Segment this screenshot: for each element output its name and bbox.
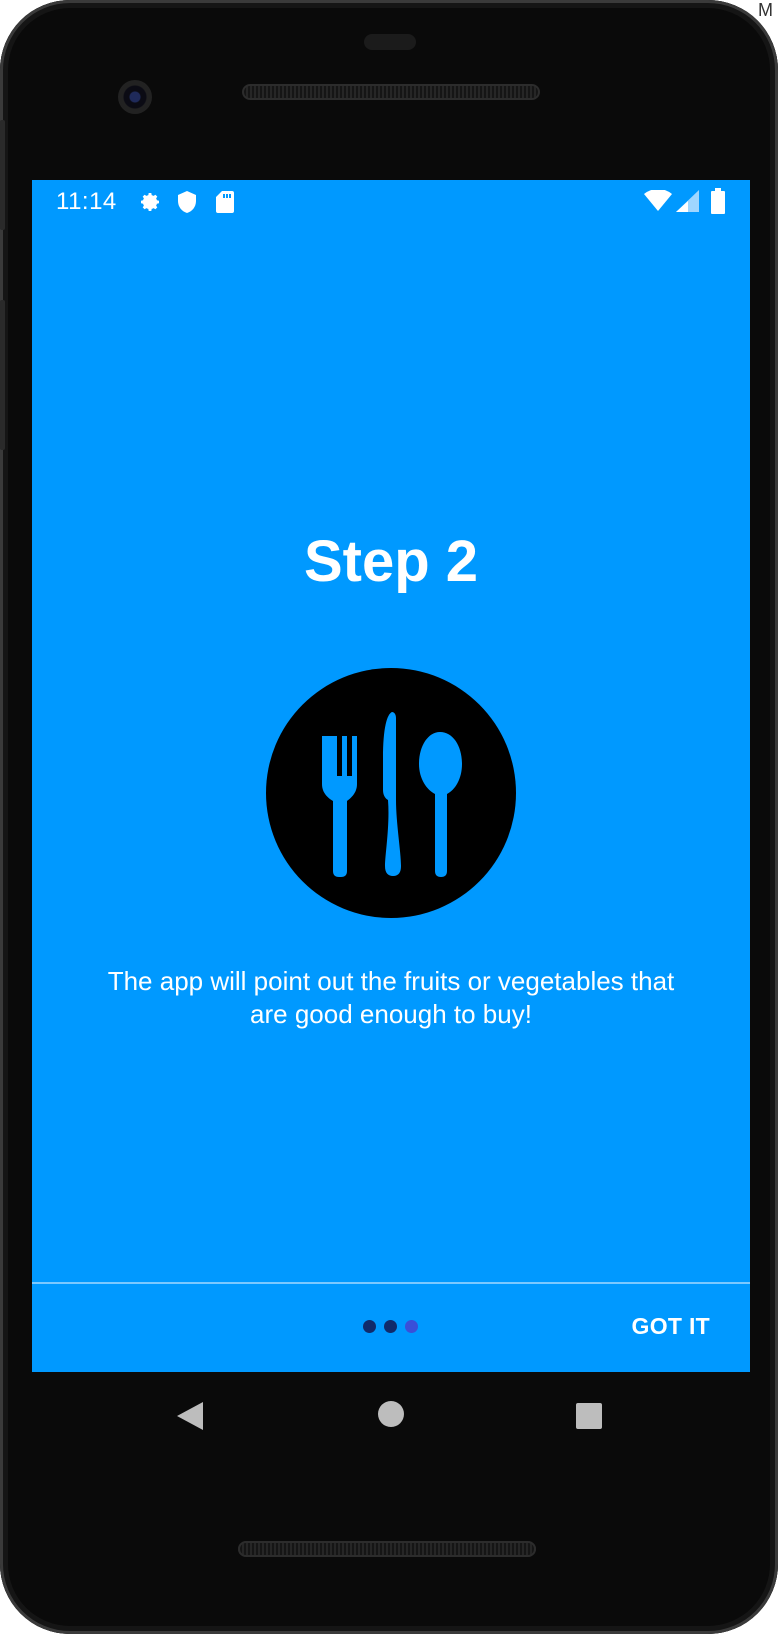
onboarding-description: The app will point out the fruits or veg… xyxy=(107,966,675,1029)
navigation-bar xyxy=(0,1372,778,1452)
phone-frame: 11:14 Step 2 The app will point out the … xyxy=(0,0,778,1634)
cutlery-icon xyxy=(266,668,516,918)
earpiece-notch xyxy=(364,34,416,50)
recents-icon[interactable] xyxy=(575,1402,603,1430)
page-dot-1[interactable] xyxy=(363,1320,376,1333)
bottom-divider xyxy=(32,1282,750,1284)
status-time: 11:14 xyxy=(56,188,117,215)
back-icon[interactable] xyxy=(177,1402,203,1430)
signal-icon xyxy=(676,190,699,212)
page-dot-2[interactable] xyxy=(384,1320,397,1333)
front-camera xyxy=(118,80,152,114)
home-icon[interactable] xyxy=(377,1400,405,1428)
page-dot-3-active[interactable] xyxy=(405,1320,418,1333)
shield-icon xyxy=(178,191,196,213)
got-it-button[interactable]: GOT IT xyxy=(632,1313,710,1340)
volume-button xyxy=(0,300,5,450)
wifi-icon xyxy=(644,190,672,211)
power-button xyxy=(0,120,5,230)
onboarding-title: Step 2 xyxy=(303,529,479,594)
bottom-speaker xyxy=(238,1541,536,1557)
gear-icon xyxy=(141,193,159,211)
corner-text: M xyxy=(758,0,773,20)
battery-icon xyxy=(711,188,725,214)
top-speaker xyxy=(242,84,540,100)
sd-card-icon xyxy=(216,191,234,213)
screen: 11:14 Step 2 The app will point out the … xyxy=(32,180,750,1372)
status-bar: 11:14 xyxy=(32,180,750,224)
